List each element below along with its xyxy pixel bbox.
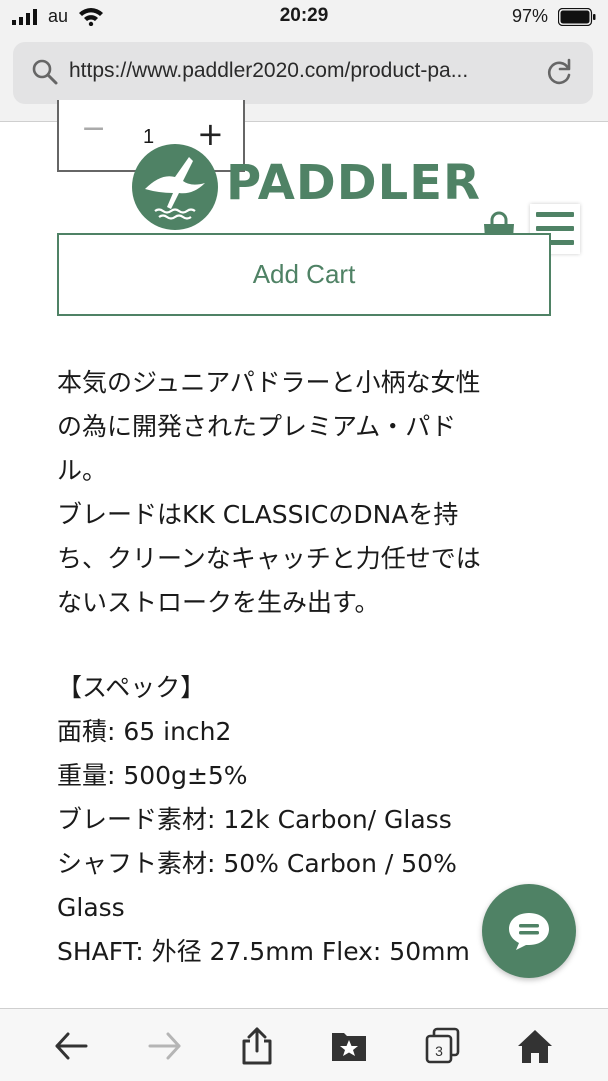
spec-line: ブレード素材: 12k Carbon/ Glass bbox=[57, 805, 452, 834]
share-icon[interactable] bbox=[238, 1027, 276, 1065]
url-field[interactable]: https://www.paddler2020.com/product-pa..… bbox=[13, 42, 593, 104]
reload-icon[interactable] bbox=[543, 56, 575, 88]
browser-toolbar: 3 bbox=[0, 1008, 608, 1081]
back-arrow-icon[interactable] bbox=[52, 1027, 90, 1065]
description-line: ないストロークを生み出す。 bbox=[57, 588, 380, 617]
status-bar: au 20:29 97% bbox=[0, 0, 608, 34]
tabs-icon[interactable]: 3 bbox=[424, 1027, 462, 1065]
spec-line: 面積: 65 inch2 bbox=[57, 717, 232, 746]
paddler-logo-icon[interactable] bbox=[131, 143, 219, 231]
forward-arrow-icon[interactable] bbox=[146, 1027, 184, 1065]
tabs-count: 3 bbox=[435, 1043, 443, 1059]
search-icon bbox=[32, 59, 58, 85]
menu-icon-bar bbox=[536, 212, 574, 217]
battery-percent: 97% bbox=[511, 6, 548, 26]
brand-logo-text[interactable]: PADDLER bbox=[226, 155, 481, 211]
add-cart-label: Add Cart bbox=[252, 259, 356, 289]
description-line: ル。 bbox=[57, 456, 108, 485]
spec-line: SHAFT: 外径 27.5mm Flex: 50mm bbox=[57, 937, 470, 966]
description-line: 本気のジュニアパドラーと小柄な女性 bbox=[57, 368, 481, 397]
spec-heading: 【スペック】 bbox=[57, 673, 206, 702]
home-icon[interactable] bbox=[516, 1027, 554, 1065]
spec-line: シャフト素材: 50% Carbon / 50% bbox=[57, 849, 457, 878]
description-line: の為に開発されたプレミアム・パド bbox=[57, 412, 457, 441]
chat-button[interactable] bbox=[482, 884, 576, 978]
chat-bubble-icon bbox=[509, 913, 549, 950]
spec-line: Glass bbox=[57, 893, 125, 922]
spec-line: 重量: 500g±5% bbox=[57, 761, 248, 790]
description-line: ブレードはKK CLASSICのDNAを持 bbox=[57, 500, 459, 529]
add-cart-button[interactable]: Add Cart bbox=[57, 233, 551, 316]
description-line: ち、クリーンなキャッチと力任せでは bbox=[57, 544, 481, 573]
bookmarks-icon[interactable] bbox=[330, 1027, 368, 1065]
battery-icon bbox=[558, 8, 596, 26]
quantity-decrease-button[interactable]: − bbox=[81, 114, 106, 144]
menu-icon-bar bbox=[536, 226, 574, 231]
url-text: https://www.paddler2020.com/product-pa..… bbox=[69, 59, 469, 82]
